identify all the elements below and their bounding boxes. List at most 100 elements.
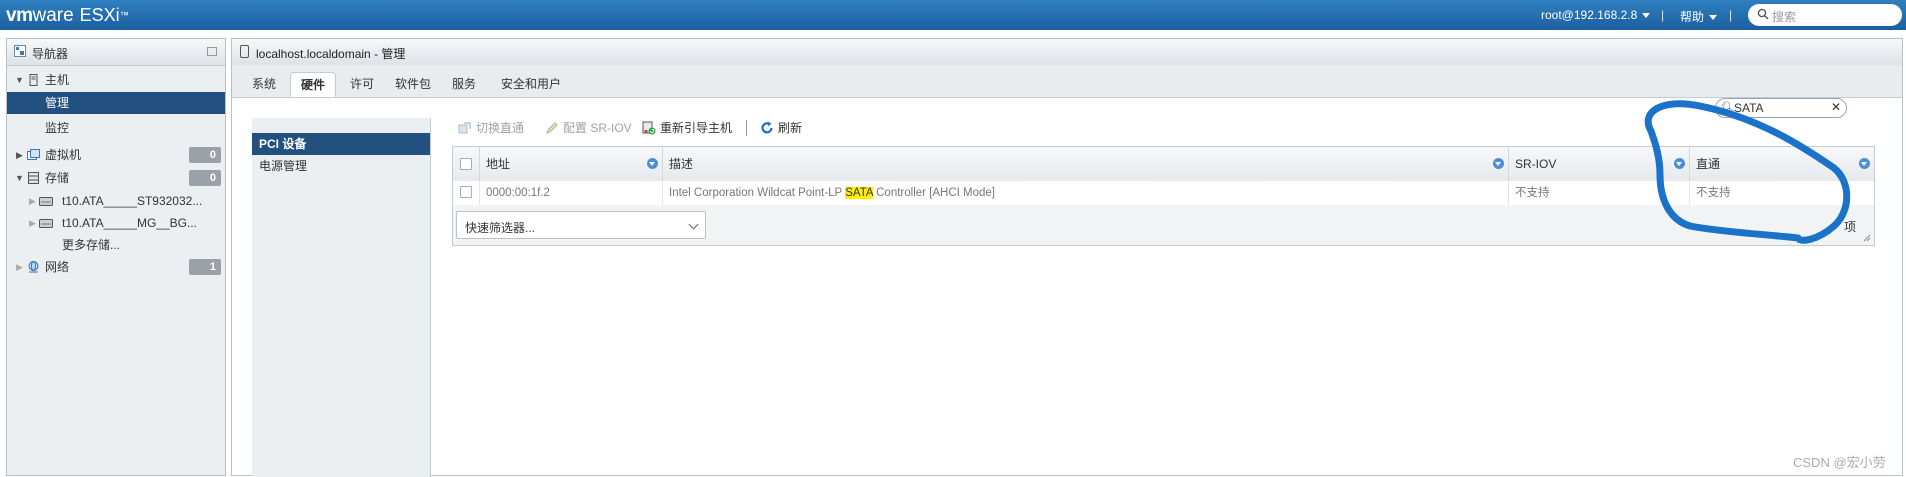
nav-item-storage[interactable]: ▼ 存储 0 [7, 167, 225, 189]
select-all-checkbox[interactable] [460, 158, 472, 170]
tab-services[interactable]: 服务 [444, 72, 484, 97]
tab-bar: 系统 硬件 许可 软件包 服务 安全和用户 [232, 65, 1902, 98]
cell-description: Intel Corporation Wildcat Point-LP SATA … [663, 181, 1509, 205]
count-badge: 0 [189, 147, 221, 163]
nav-item-label: 主机 [45, 73, 70, 87]
description-text: Controller [AHCI Mode] [872, 187, 995, 199]
filter-value: SATA [1734, 101, 1764, 115]
user-menu-label: root@192.168.2.8 [1541, 8, 1638, 22]
search-match-highlight: SATA [845, 187, 873, 199]
nav-item-datastore-2[interactable]: ▶ t10.ATA_____MG__BG... [7, 212, 225, 234]
separator: | [1661, 8, 1665, 22]
subnav-power-management[interactable]: 电源管理 [252, 155, 430, 177]
column-header-passthrough[interactable]: 直通 [1690, 147, 1874, 181]
cell-passthrough: 不支持 [1696, 187, 1731, 199]
toggle-passthrough-button[interactable]: 切换直通 [458, 118, 524, 138]
column-header-label: 地址 [486, 157, 511, 171]
storage-icon [28, 172, 39, 184]
resize-grip-icon[interactable] [1863, 234, 1871, 242]
tab-hardware[interactable]: 硬件 [290, 72, 336, 97]
subnav-pci-devices[interactable]: PCI 设备 [252, 133, 430, 155]
nav-item-label: 虚拟机 [45, 148, 82, 162]
nav-item-label: t10.ATA_____ST932032... [62, 194, 203, 208]
chevron-down-icon [688, 219, 699, 230]
nav-item-monitor[interactable]: 监控 [7, 117, 225, 139]
page-title: localhost.localdomain - 管理 [256, 47, 406, 61]
row-select-cell [453, 181, 480, 205]
column-header-description[interactable]: 描述 [663, 147, 1509, 181]
nav-item-datastore-1[interactable]: ▶ t10.ATA_____ST932032... [7, 190, 225, 212]
refresh-label: 刷新 [778, 121, 803, 135]
filter-search-input[interactable]: 🔍︎ SATA ✕ [1715, 98, 1847, 118]
separator: | [1729, 8, 1733, 22]
collapse-panel-icon[interactable] [207, 47, 217, 56]
reboot-host-icon [642, 121, 656, 135]
main-panel: localhost.localdomain - 管理 系统 硬件 许可 软件包 … [231, 38, 1903, 477]
nav-item-network[interactable]: ▶ 网络 1 [7, 256, 225, 278]
nav-item-label: 更多存储... [62, 238, 121, 252]
nav-item-label: 存储 [45, 171, 70, 185]
user-menu[interactable]: root@192.168.2.8 [1541, 8, 1651, 22]
navigator-title: 导航器 [32, 47, 69, 61]
expand-arrow-icon[interactable]: ▶ [29, 190, 36, 212]
toggle-passthrough-label: 切换直通 [476, 121, 525, 135]
expand-arrow-icon[interactable]: ▶ [29, 212, 36, 234]
expand-arrow-icon[interactable]: ▼ [15, 69, 24, 91]
expand-arrow-icon[interactable]: ▼ [15, 167, 24, 189]
hardware-subnav: PCI 设备 电源管理 [252, 118, 430, 477]
top-bar: vmware ESXi™ root@192.168.2.8 | 帮助 | 搜索 [0, 0, 1906, 30]
column-header-sriov[interactable]: SR-IOV [1509, 147, 1690, 181]
nav-item-manage[interactable]: 管理 [7, 92, 225, 114]
search-placeholder: 搜索 [1772, 10, 1797, 24]
datastore-icon [39, 219, 53, 228]
expand-arrow-icon[interactable]: ▶ [16, 256, 23, 278]
clear-filter-icon[interactable]: ✕ [1831, 100, 1841, 114]
column-menu-icon[interactable] [1493, 158, 1504, 169]
divider [430, 118, 431, 477]
vmware-esxi-logo: vmware ESXi™ [6, 4, 129, 27]
nav-item-label: 监控 [45, 121, 70, 135]
reboot-host-button[interactable]: 重新引导主机 [642, 118, 732, 138]
chevron-down-icon [1709, 15, 1718, 21]
configure-sriov-button[interactable]: 配置 SR-IOV [545, 118, 632, 138]
table-row[interactable]: 0000:00:1f.2 Intel Corporation Wildcat P… [453, 181, 1874, 206]
host-icon [29, 74, 38, 86]
search-icon: 🔍︎ [1721, 102, 1735, 114]
nav-item-host[interactable]: ▼ 主机 [7, 69, 225, 91]
help-menu-label: 帮助 [1680, 10, 1705, 24]
navigator-header: 导航器 [7, 39, 225, 66]
logo-ware-text: ware [32, 5, 74, 26]
expand-arrow-icon[interactable]: ▶ [16, 144, 23, 166]
nav-item-label: 管理 [45, 96, 70, 110]
global-search-input[interactable]: 搜索 [1748, 4, 1902, 26]
passthrough-icon [458, 122, 471, 134]
help-menu[interactable]: 帮助 [1680, 8, 1718, 25]
column-header-label: 描述 [669, 157, 694, 171]
pencil-icon [546, 122, 558, 134]
reboot-host-label: 重新引导主机 [660, 121, 733, 135]
pci-device-table: 地址 描述 SR-IOV 直通 0000:00:1f.2 Intel Corpo… [452, 146, 1875, 246]
row-checkbox[interactable] [460, 186, 472, 198]
description-text: Intel Corporation Wildcat Point-LP [669, 187, 846, 199]
column-header-label: 直通 [1696, 157, 1721, 171]
select-all-cell [453, 147, 480, 181]
column-menu-icon[interactable] [647, 158, 658, 169]
tab-system[interactable]: 系统 [244, 72, 284, 97]
count-badge: 0 [189, 170, 221, 186]
refresh-button[interactable]: 刷新 [760, 118, 802, 138]
main-header: localhost.localdomain - 管理 [232, 39, 1902, 66]
tab-license[interactable]: 许可 [342, 72, 382, 97]
tab-packages[interactable]: 软件包 [388, 72, 438, 97]
nav-item-more-storage[interactable]: 更多存储... [7, 234, 225, 256]
nav-item-vms[interactable]: ▶ 虚拟机 0 [7, 144, 225, 166]
virtual-machine-icon [27, 149, 40, 160]
column-menu-icon[interactable] [1674, 158, 1685, 169]
quick-filter-select[interactable]: 快速筛选器... [456, 211, 706, 239]
table-footer: 快速筛选器... 项 [453, 205, 1874, 245]
logo-product-text: ESXi [79, 5, 120, 25]
toolbar-separator [746, 120, 747, 136]
datastore-icon [39, 197, 53, 206]
column-header-address[interactable]: 地址 [480, 147, 663, 181]
column-menu-icon[interactable] [1859, 158, 1870, 169]
tab-security-users[interactable]: 安全和用户 [490, 72, 572, 97]
